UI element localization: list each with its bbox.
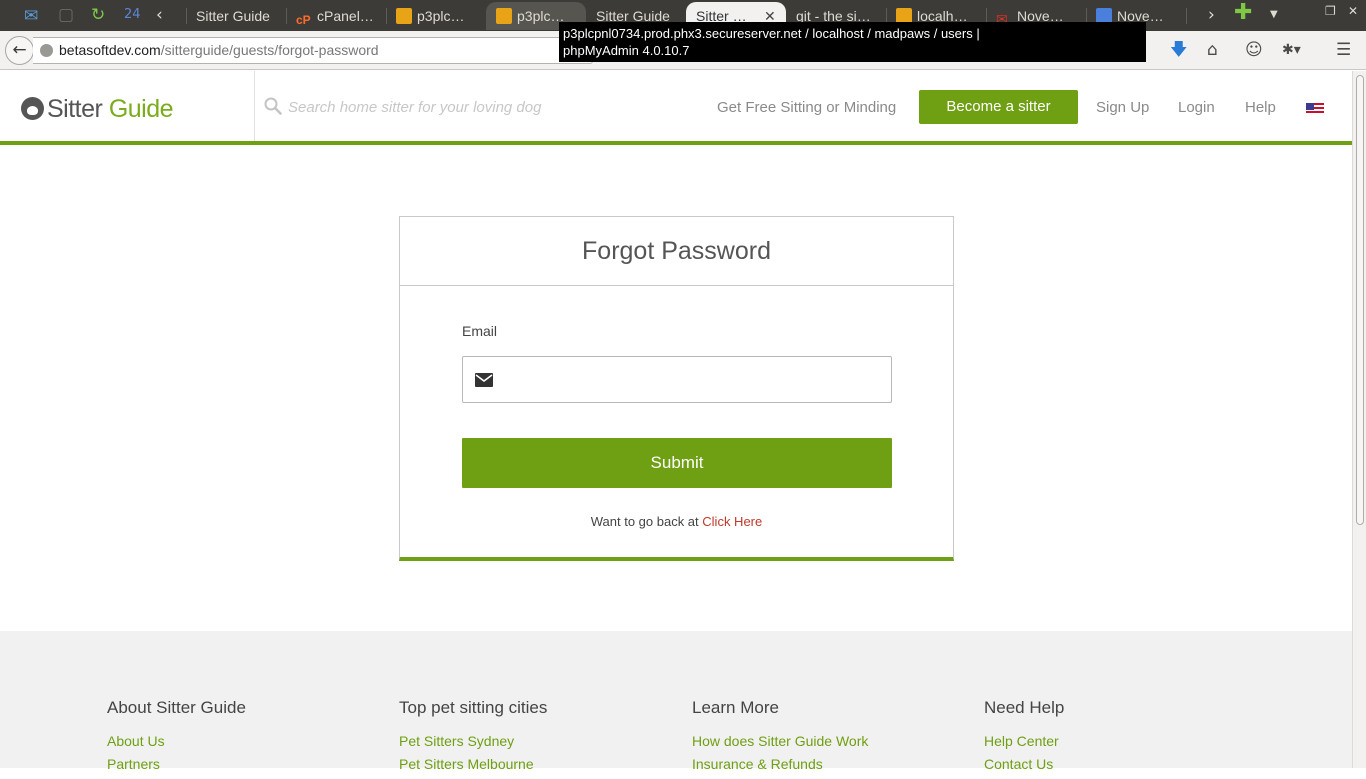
footer-link[interactable]: Contact Us	[984, 756, 1264, 772]
phpmyadmin-icon	[496, 8, 512, 24]
cpanel-icon: cP	[296, 13, 311, 27]
back-arrow-icon: ←	[12, 40, 27, 60]
become-sitter-button[interactable]: Become a sitter	[919, 90, 1078, 124]
tab-tooltip: p3plcpnl0734.prod.phx3.secureserver.net …	[559, 22, 1146, 62]
login-link[interactable]: Login	[1178, 99, 1215, 116]
forgot-password-card: Forgot Password Email Submit Want to go …	[399, 216, 954, 561]
tab-list-dropdown-icon[interactable]: ▼	[1270, 5, 1278, 25]
tab-separator	[286, 8, 287, 24]
footer-link[interactable]: Partners	[107, 756, 387, 772]
footer-heading: About Sitter Guide	[107, 698, 246, 717]
home-icon[interactable]: ⌂	[1207, 40, 1218, 60]
tab-separator	[1186, 8, 1187, 24]
footer-link[interactable]: Help Center	[984, 733, 1264, 749]
site-footer: About Sitter Guide About Us Partners Top…	[0, 631, 1352, 772]
tooltip-line-1: p3plcpnl0734.prod.phx3.secureserver.net …	[563, 26, 980, 41]
logo-word-1: Sitter	[47, 95, 103, 123]
get-free-sitting-link[interactable]: Get Free Sitting or Minding	[717, 99, 896, 116]
url-host: betasoftdev.com	[59, 42, 161, 58]
scrollbar-thumb[interactable]	[1356, 75, 1364, 525]
click-here-link[interactable]: Click Here	[702, 514, 762, 529]
footer-heading: Top pet sitting cities	[399, 698, 548, 717]
blank-tab-icon[interactable]: ▢	[58, 5, 74, 25]
email-input[interactable]	[503, 357, 888, 402]
footer-link[interactable]: Insurance & Refunds	[692, 756, 972, 772]
tab-label: Sitter Guide	[196, 8, 270, 24]
tab-label: cPanel…	[317, 8, 374, 24]
tab-cpanel[interactable]: cP cPanel…	[296, 2, 382, 30]
tab-separator	[186, 8, 187, 24]
tooltip-line-2: phpMyAdmin 4.0.10.7	[563, 43, 690, 58]
footer-column-help: Need Help Help Center Contact Us	[984, 698, 1264, 779]
tab-label: p3plc…	[417, 8, 465, 24]
tab-separator	[386, 8, 387, 24]
logo-word-2: Guide	[108, 95, 174, 123]
phpmyadmin-icon	[396, 8, 412, 24]
site-logo[interactable]: Sitter Guide	[21, 95, 174, 124]
footer-column-cities: Top pet sitting cities Pet Sitters Sydne…	[399, 698, 679, 779]
mail-icon[interactable]: ✉	[24, 6, 38, 26]
back-button[interactable]: ←	[5, 36, 34, 65]
us-flag-icon[interactable]	[1306, 103, 1324, 115]
footer-link[interactable]: Pet Sitters Sydney	[399, 733, 679, 749]
site-header: Sitter Guide Get Free Sitting or Minding…	[0, 71, 1352, 142]
go-back-text: Want to go back at Click Here	[400, 514, 953, 529]
search-input[interactable]	[288, 95, 688, 119]
footer-heading: Need Help	[984, 698, 1065, 717]
email-label: Email	[462, 323, 498, 339]
tab-phpmyadmin-1[interactable]: p3plc…	[396, 2, 482, 30]
paw-icon	[21, 97, 44, 120]
sign-up-link[interactable]: Sign Up	[1096, 99, 1149, 116]
tabs-scroll-right-icon[interactable]: ›	[1208, 5, 1215, 25]
search-icon	[264, 97, 282, 115]
footer-link[interactable]: About Us	[107, 733, 387, 749]
globe-icon	[40, 44, 53, 57]
footer-link[interactable]: Pet Sitters Melbourne	[399, 756, 679, 772]
page-scrollbar[interactable]	[1352, 71, 1366, 768]
header-divider	[254, 71, 255, 141]
header-accent-rule	[0, 141, 1352, 145]
footer-heading: Learn More	[692, 698, 779, 717]
new-tab-plus-icon[interactable]: ✚	[1234, 2, 1252, 24]
help-link[interactable]: Help	[1245, 99, 1276, 116]
url-path: /sitterguide/guests/forgot-password	[160, 42, 379, 58]
page-title: Forgot Password	[400, 217, 953, 286]
envelope-icon	[475, 373, 493, 387]
download-icon[interactable]: 🡇	[1170, 40, 1187, 60]
chat-icon[interactable]: ☺	[1245, 40, 1263, 60]
footer-column-about: About Sitter Guide About Us Partners	[107, 698, 387, 779]
window-restore-icon[interactable]: ❐	[1325, 1, 1336, 21]
submit-button[interactable]: Submit	[462, 438, 892, 488]
url-bar[interactable]: betasoftdev.com/sitterguide/guests/forgo…	[33, 37, 593, 64]
email-field[interactable]	[462, 356, 892, 403]
window-close-icon[interactable]: ✕	[1348, 1, 1358, 21]
footer-column-learn-more: Learn More How does Sitter Guide Work In…	[692, 698, 972, 779]
footer-link[interactable]: How does Sitter Guide Work	[692, 733, 972, 749]
addon-icon[interactable]: ✱▾	[1282, 40, 1301, 60]
go-back-label: Want to go back at	[590, 514, 699, 529]
menu-icon[interactable]: ☰	[1336, 40, 1351, 60]
tabs-scroll-left-icon[interactable]: ‹	[156, 5, 163, 25]
tab-sitter-guide-1[interactable]: Sitter Guide	[196, 2, 286, 30]
reload-icon[interactable]: ↻	[91, 5, 105, 25]
tab-label: p3plc…	[517, 8, 565, 24]
app-24-icon[interactable]: 24	[124, 5, 141, 25]
